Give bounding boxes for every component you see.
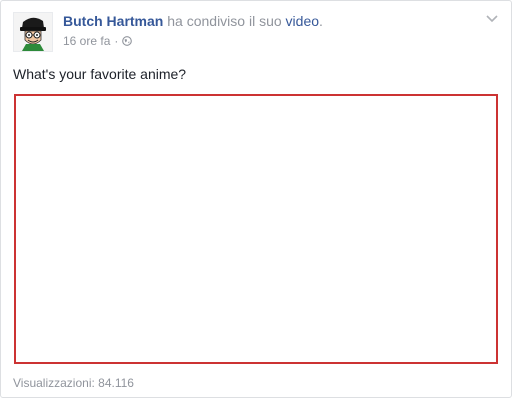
timestamp-link[interactable]: 16 ore fa [63, 34, 110, 48]
headline-period: . [319, 13, 323, 29]
post-message: What's your favorite anime? [13, 66, 187, 82]
post-card: Butch Hartman ha condiviso il suo video.… [0, 0, 512, 398]
action-text: ha condiviso il suo [163, 13, 286, 29]
post-subline: 16 ore fa · [63, 34, 469, 48]
chevron-down-icon[interactable] [485, 13, 499, 23]
view-count: Visualizzazioni: 84.116 [13, 376, 134, 390]
video-link[interactable]: video [286, 13, 319, 29]
post-headline: Butch Hartman ha condiviso il suo video. [63, 12, 469, 30]
globe-icon[interactable] [122, 36, 133, 46]
avatar[interactable] [13, 12, 53, 52]
separator-dot: · [114, 34, 119, 48]
avatar-cartoon-icon [14, 13, 52, 51]
video-player[interactable] [14, 94, 498, 364]
post-meta: Butch Hartman ha condiviso il suo video.… [63, 12, 469, 48]
post-header: Butch Hartman ha condiviso il suo video.… [13, 12, 499, 52]
author-name-link[interactable]: Butch Hartman [63, 13, 163, 29]
